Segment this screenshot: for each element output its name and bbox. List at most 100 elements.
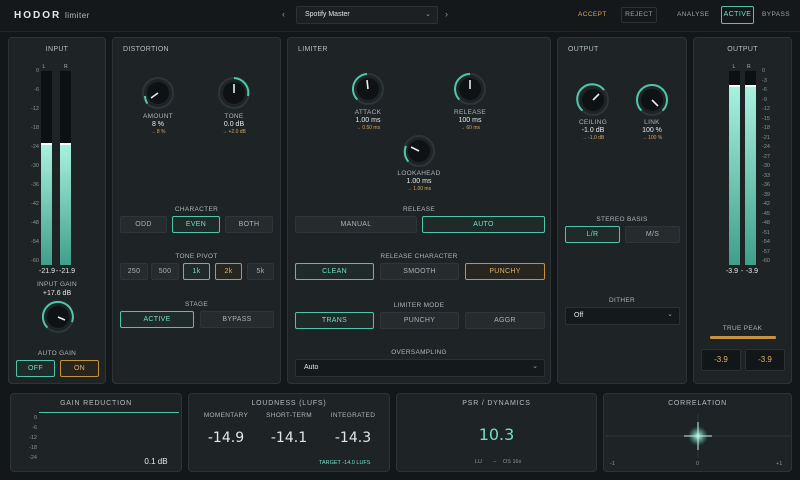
preset-prev-button[interactable]: ‹ xyxy=(282,9,285,19)
amount-label: AMOUNT xyxy=(143,113,173,120)
correlation-mid: 0 xyxy=(696,461,700,467)
auto-gain-off-button[interactable]: OFF xyxy=(16,360,55,377)
stereo-ms-button[interactable]: M/S xyxy=(625,226,680,243)
active-button[interactable]: ACTIVE xyxy=(721,6,754,24)
input-meter-r xyxy=(60,71,71,265)
dither-select[interactable]: Off ⌄ xyxy=(565,307,680,325)
out-channel-l-label: L xyxy=(732,64,736,70)
stage-bypass-button[interactable]: BYPASS xyxy=(200,311,274,328)
limiter-mode-label: LIMITER MODE xyxy=(393,302,445,309)
link-knob[interactable] xyxy=(635,83,669,117)
release-character-label: RELEASE CHARACTER xyxy=(380,253,458,260)
auto-gain-on-button[interactable]: ON xyxy=(60,360,99,377)
release-auto-button[interactable]: AUTO xyxy=(422,216,545,233)
character-odd-button[interactable]: ODD xyxy=(120,216,167,233)
gr-scale-tick: 0 xyxy=(33,415,37,421)
ceiling-knob[interactable] xyxy=(576,83,610,117)
rel-char-clean-button[interactable]: CLEAN xyxy=(295,263,374,280)
mode-aggr-button[interactable]: AGGR xyxy=(465,312,545,329)
true-peak-l: -3.9 xyxy=(701,349,741,371)
output-meter-panel: OUTPUT L R 0 -3 -6 -9 -12 -15 -18 -21 -24 -27 -30 -… xyxy=(693,37,792,384)
input-scale-tick: -54 xyxy=(31,239,39,245)
preset-next-button[interactable]: › xyxy=(445,9,448,19)
psr-lu: LU xyxy=(475,459,483,465)
lookahead-knob[interactable] xyxy=(402,134,436,168)
stage-active-button[interactable]: ACTIVE xyxy=(120,311,194,328)
true-peak-label: TRUE PEAK xyxy=(722,325,763,332)
rel-char-smooth-button[interactable]: SMOOTH xyxy=(380,263,459,280)
output-scale-tick: -54 xyxy=(762,239,770,245)
analyse-button[interactable]: ANALYSE xyxy=(677,11,709,18)
input-gain-label: INPUT GAIN xyxy=(36,281,78,288)
mode-punchy-button[interactable]: PUNCHY xyxy=(380,312,459,329)
stereo-lr-button[interactable]: L/R xyxy=(565,226,620,243)
mode-trans-button[interactable]: TRANS xyxy=(295,312,374,329)
dither-value: Off xyxy=(574,312,584,319)
release-knob[interactable] xyxy=(453,72,487,106)
gr-scale-tick: -24 xyxy=(29,455,37,461)
integrated-value: -14.3 xyxy=(334,430,372,446)
gr-scale: 0 -6 -12 -18 -24 xyxy=(17,415,37,468)
release-manual-button[interactable]: MANUAL xyxy=(295,216,417,233)
accept-button[interactable]: ACCEPT xyxy=(578,11,607,18)
attack-value: 1.00 ms xyxy=(355,117,381,124)
output-scale-tick: -39 xyxy=(762,191,770,198)
character-even-button[interactable]: EVEN xyxy=(172,216,220,233)
input-scale-tick: -12 xyxy=(31,106,39,112)
output-scale-tick: -27 xyxy=(762,153,770,160)
psr-os: OS 16x xyxy=(503,459,522,465)
brand-logo: HODOR xyxy=(14,10,62,21)
output-scale-tick: -6 xyxy=(762,87,767,93)
oversampling-value: Auto xyxy=(304,364,319,371)
character-both-button[interactable]: BOTH xyxy=(225,216,273,233)
preset-name: Spotify Master xyxy=(305,11,350,18)
output-meter-r-fill xyxy=(745,84,756,265)
ceiling-sub: → -1.0 dB xyxy=(581,135,605,141)
input-scale-tick: 0 xyxy=(35,68,39,74)
psr-title: PSR / DYNAMICS xyxy=(462,400,531,407)
lookahead-sub: → 1.00 ms xyxy=(406,186,432,192)
pivot-5k-button[interactable]: 5k xyxy=(247,263,274,280)
release-label: RELEASE xyxy=(453,109,487,116)
pivot-500-button[interactable]: 500 xyxy=(151,263,179,280)
oversampling-select[interactable]: Auto ⌄ xyxy=(295,359,545,377)
bypass-button[interactable]: BYPASS xyxy=(762,11,790,18)
output-readout-l: -3.9 xyxy=(725,268,739,275)
preset-selector[interactable]: Spotify Master ⌄ xyxy=(296,6,438,24)
ceiling-label: CEILING xyxy=(578,119,608,126)
correlation-scope xyxy=(605,414,791,458)
lookahead-label: LOOKAHEAD xyxy=(397,170,441,177)
channel-l-label: L xyxy=(42,64,46,70)
pivot-250-button[interactable]: 250 xyxy=(120,263,148,280)
rel-char-punchy-button[interactable]: PUNCHY xyxy=(465,263,545,280)
output-scale-tick: -24 xyxy=(762,144,770,150)
input-scale-tick: -60 xyxy=(31,258,39,264)
pivot-2k-button[interactable]: 2k xyxy=(215,263,242,280)
output-scale-tick: -45 xyxy=(762,210,770,217)
output-scale-tick: -30 xyxy=(762,163,770,169)
attack-knob[interactable] xyxy=(351,72,385,106)
distortion-panel: DISTORTION AMOUNT 8 % → 8 % TONE 0.0 dB … xyxy=(112,37,281,384)
output-meter-title: OUTPUT xyxy=(727,46,758,53)
tone-knob[interactable] xyxy=(217,76,251,110)
output-scale-tick: 0 xyxy=(762,68,766,74)
reject-button[interactable]: REJECT xyxy=(621,7,657,23)
output-scale-tick: -42 xyxy=(762,201,770,207)
amount-knob[interactable] xyxy=(141,76,175,110)
input-meter-l-fill xyxy=(41,142,52,265)
output-title: OUTPUT xyxy=(568,46,599,53)
chevron-down-icon: ⌄ xyxy=(667,311,673,318)
input-gain-knob[interactable] xyxy=(41,300,75,334)
character-label: CHARACTER xyxy=(174,206,219,213)
release-mode-label: RELEASE xyxy=(402,206,436,213)
input-scale-tick: -30 xyxy=(31,163,39,169)
ceiling-value: -1.0 dB xyxy=(581,127,605,134)
out-channel-r-label: R xyxy=(747,64,751,70)
gain-reduction-panel: GAIN REDUCTION 0 -6 -12 -18 -24 0.1 dB xyxy=(10,393,182,472)
gain-reduction-title: GAIN REDUCTION xyxy=(60,400,132,407)
short-term-label: SHORT-TERM xyxy=(266,412,312,419)
input-panel: INPUT 0 -6 -12 -18 -24 -30 -36 -42 -48 -54 -60 L R… xyxy=(8,37,106,384)
tone-pivot-label: TONE PIVOT xyxy=(175,253,218,260)
pivot-1k-button[interactable]: 1k xyxy=(183,263,210,280)
short-term-value: -14.1 xyxy=(270,430,308,446)
